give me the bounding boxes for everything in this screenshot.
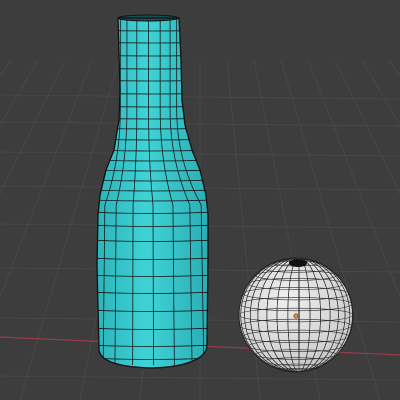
bottle-mesh[interactable]	[90, 14, 215, 369]
grid-line	[361, 59, 400, 127]
grid-line	[0, 59, 12, 77]
grid-line	[0, 59, 39, 127]
sphere-pole	[289, 259, 307, 267]
3d-viewport[interactable]	[0, 0, 400, 400]
grid-line	[0, 59, 66, 195]
grid-line	[388, 59, 400, 77]
grid-line	[0, 59, 93, 299]
viewport-canvas[interactable]	[0, 0, 400, 400]
sphere-mesh[interactable]	[238, 257, 354, 373]
object-origin-marker	[293, 313, 299, 319]
grid-line	[334, 59, 400, 195]
